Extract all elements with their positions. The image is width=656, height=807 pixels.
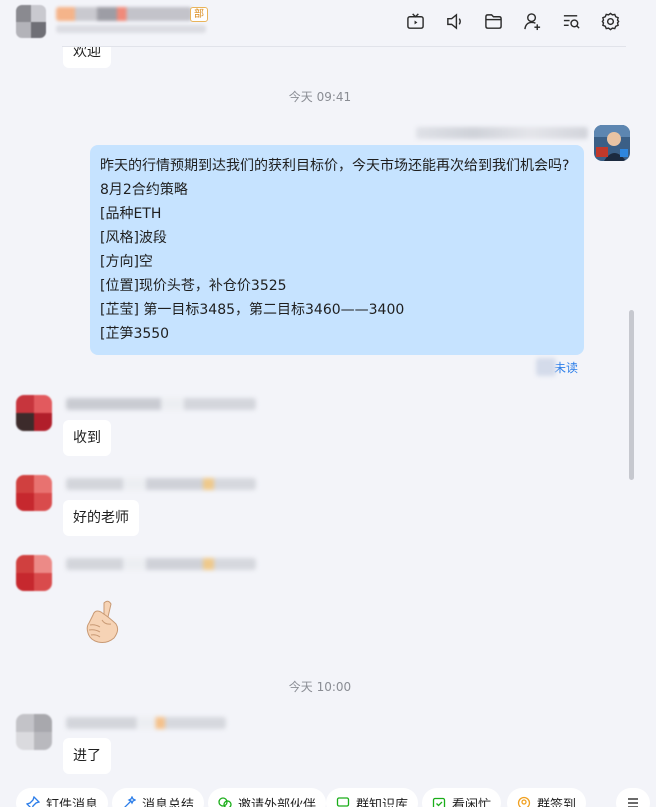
time-separator: 今天 10:00 — [288, 680, 352, 694]
busy-status-button[interactable]: 看闲忙 — [422, 788, 502, 807]
group-knowledge-button[interactable]: 群知识库 — [326, 788, 419, 807]
toolbar-label: 邀请外部伙伴 — [238, 798, 317, 807]
toolbar-label: 群签到 — [537, 798, 577, 807]
wechat-icon — [218, 796, 232, 807]
add-user-icon[interactable] — [523, 12, 542, 31]
time-separator: 今天 09:41 — [288, 90, 352, 104]
group-title[interactable] — [56, 7, 192, 21]
group-checkin-button[interactable]: 群签到 — [507, 788, 587, 807]
invite-external-button[interactable]: 邀请外部伙伴 — [208, 788, 327, 807]
calendar-check-icon — [432, 796, 446, 807]
speaker-icon[interactable] — [445, 12, 464, 31]
tv-icon[interactable] — [406, 12, 425, 31]
group-subtitle — [56, 25, 206, 33]
message-line: [芷莹] 第一目标3485，第二目标3460——3400 — [100, 302, 405, 318]
sender-name — [416, 127, 588, 139]
sender-name — [66, 398, 256, 410]
pin-icon — [25, 795, 41, 807]
read-status-label: 未读 — [554, 360, 579, 375]
message-line: [方向]空 — [100, 254, 153, 270]
message-line: [芷笋3550 — [100, 326, 170, 342]
my-message-bubble: 昨天的行情预期到达我们的获利目标价，今天市场还能再次给到我们机会吗? 8月2合约… — [90, 145, 584, 355]
message-line: [位置]现价头苍，补仓价3525 — [100, 278, 287, 294]
message-bubble: 好的老师 — [63, 500, 139, 536]
ding-message-button[interactable]: 钉件消息 — [16, 788, 109, 807]
read-status[interactable]: 未读 — [536, 358, 578, 376]
message-area: 欢迎 今天 09:41 昨天的行情预期到达我们的获利目标价，今天市场还能再次给到… — [0, 0, 640, 790]
message-summary-button[interactable]: 消息总结 — [112, 788, 205, 807]
read-avatar-blur — [536, 358, 556, 376]
toolbar-label: 看闲忙 — [452, 798, 492, 807]
header-divider — [62, 46, 626, 47]
message-text: 收到 — [73, 430, 101, 446]
sender-avatar[interactable] — [16, 555, 52, 591]
group-avatar[interactable] — [16, 5, 46, 38]
message-text: 进了 — [73, 748, 101, 764]
sender-avatar[interactable] — [16, 395, 52, 431]
toolbar-label: 消息总结 — [142, 798, 195, 807]
group-tag: 部 — [190, 7, 208, 22]
scrollbar[interactable] — [624, 47, 640, 790]
search-chat-icon[interactable] — [562, 12, 581, 31]
gear-icon[interactable] — [601, 12, 620, 31]
toolbar-label: 钉件消息 — [46, 798, 99, 807]
scrollbar-thumb[interactable] — [629, 310, 634, 480]
chat-header: 部 — [0, 0, 640, 47]
message-line: [风格]波段 — [100, 230, 167, 246]
folder-icon[interactable] — [484, 12, 503, 31]
message-line: [品种ETH — [100, 206, 162, 222]
message-line: 8月2合约策略 — [100, 182, 188, 198]
header-actions — [406, 12, 620, 31]
menu-icon — [626, 796, 640, 807]
sender-avatar[interactable] — [16, 714, 52, 750]
sender-name — [66, 478, 256, 490]
knowledge-icon — [336, 796, 350, 807]
sender-avatar[interactable] — [16, 475, 52, 511]
location-icon — [517, 796, 531, 807]
sender-name — [66, 717, 226, 729]
sparkle-icon — [122, 795, 137, 807]
message-line: 昨天的行情预期到达我们的获利目标价，今天市场还能再次给到我们机会吗? — [100, 158, 570, 174]
message-bubble: 收到 — [63, 420, 111, 456]
message-bubble: 进了 — [63, 738, 111, 774]
message-text: 好的老师 — [73, 510, 129, 526]
finger-heart-emoji — [78, 597, 126, 647]
chat-toolbar: 钉件消息 消息总结 邀请外部伙伴 群知识库 看闲忙 群签到 — [0, 788, 656, 807]
toolbar-label: 群知识库 — [356, 798, 409, 807]
more-tools-button[interactable] — [616, 788, 650, 807]
sender-name — [66, 558, 256, 570]
